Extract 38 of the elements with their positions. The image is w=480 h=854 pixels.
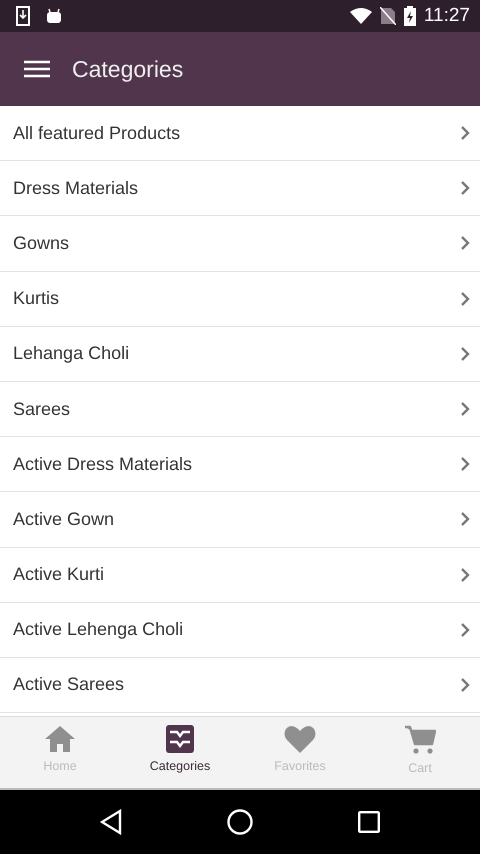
category-item[interactable]: Dress Materials (0, 161, 480, 216)
heart-icon (284, 725, 316, 753)
home-icon (44, 725, 76, 753)
menu-icon[interactable] (24, 60, 50, 78)
cart-icon (404, 725, 436, 755)
status-time: 11:27 (424, 4, 470, 28)
category-item[interactable]: Gowns (0, 216, 480, 272)
category-item[interactable]: Active Kurti (0, 548, 480, 603)
nav-tab[interactable]: Categories (120, 717, 240, 788)
chevron-right-icon (460, 456, 470, 472)
back-icon[interactable] (100, 809, 122, 835)
chevron-right-icon (460, 401, 470, 418)
category-item[interactable]: Sarees (0, 382, 480, 438)
category-item[interactable]: Active Gown (0, 492, 480, 548)
chevron-right-icon (460, 622, 470, 638)
chevron-right-icon (460, 180, 470, 196)
category-item[interactable]: Active Sarees (0, 658, 480, 714)
category-item[interactable]: All featured Products (0, 106, 480, 162)
chevron-right-icon (460, 676, 470, 693)
chevron-right-icon (460, 566, 470, 583)
category-item[interactable]: Lehanga Choli (0, 326, 480, 382)
battery-charging-icon (404, 6, 416, 26)
wifi-icon (350, 8, 372, 24)
download-icon (16, 6, 30, 26)
category-item[interactable]: Active Dress Materials (0, 437, 480, 492)
android-icon (46, 8, 62, 24)
chevron-right-icon (460, 511, 470, 528)
screen-title: Categories (72, 54, 184, 84)
category-item[interactable]: Active Lehenga Choli (0, 602, 480, 658)
chevron-right-icon (460, 235, 470, 252)
drawers-icon (166, 725, 194, 753)
chevron-right-icon (460, 346, 470, 362)
chevron-right-icon (460, 290, 470, 307)
no-sim-icon (380, 7, 396, 25)
category-item[interactable]: Kurtis (0, 272, 480, 327)
recents-icon[interactable] (358, 811, 380, 833)
chevron-right-icon (460, 125, 470, 142)
home-circle-icon[interactable] (226, 809, 253, 835)
